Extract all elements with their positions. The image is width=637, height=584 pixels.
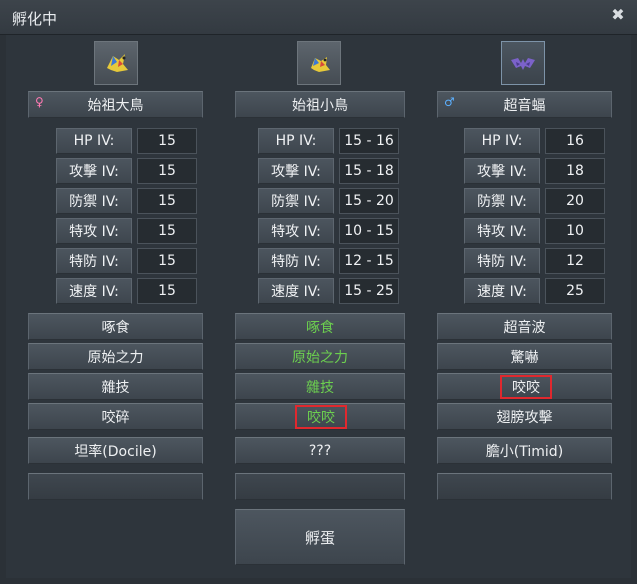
iv-label-spe: 速度 IV: bbox=[258, 278, 334, 304]
iv-value-hp: 15 bbox=[137, 128, 197, 154]
title-bar: 孵化中 ✖ bbox=[0, 0, 637, 35]
item-slot[interactable] bbox=[437, 473, 612, 500]
move-3[interactable]: 雜技 bbox=[28, 373, 203, 400]
iv-label-spdef: 特防 IV: bbox=[464, 248, 540, 274]
iv-label-spatk: 特攻 IV: bbox=[464, 218, 540, 244]
move-4[interactable]: 翅膀攻擊 bbox=[437, 403, 612, 430]
parent-name-1: ♀ 始祖大鳥 bbox=[28, 91, 203, 118]
move-label: 咬咬 bbox=[512, 380, 540, 396]
iv-value-spdef: 15 bbox=[137, 248, 197, 274]
iv-value-spatk: 10 - 15 bbox=[339, 218, 399, 244]
iv-value-def: 20 bbox=[545, 188, 605, 214]
iv-label-spdef: 特防 IV: bbox=[258, 248, 334, 274]
inherited-move-4[interactable]: 咬咬 bbox=[235, 403, 405, 430]
hatching-panel: ♀ 始祖大鳥 HP IV: 15 攻擊 IV: 15 防禦 IV: 15 特攻 … bbox=[6, 35, 631, 578]
move-1[interactable]: 啄食 bbox=[28, 313, 203, 340]
iv-value-atk: 15 - 18 bbox=[339, 158, 399, 184]
iv-value-spatk: 15 bbox=[137, 218, 197, 244]
iv-label-atk: 攻擊 IV: bbox=[464, 158, 540, 184]
iv-label-spatk: 特攻 IV: bbox=[258, 218, 334, 244]
iv-label-spdef: 特防 IV: bbox=[56, 248, 132, 274]
iv-value-spatk: 10 bbox=[545, 218, 605, 244]
iv-label-spe: 速度 IV: bbox=[56, 278, 132, 304]
iv-value-atk: 18 bbox=[545, 158, 605, 184]
iv-label-def: 防禦 IV: bbox=[464, 188, 540, 214]
iv-value-def: 15 - 20 bbox=[339, 188, 399, 214]
nature-field[interactable]: ??? bbox=[235, 437, 405, 464]
iv-label-def: 防禦 IV: bbox=[258, 188, 334, 214]
inherited-move-1[interactable]: 啄食 bbox=[235, 313, 405, 340]
window-title: 孵化中 bbox=[12, 10, 58, 28]
highlight-box: 咬咬 bbox=[500, 375, 552, 399]
move-1[interactable]: 超音波 bbox=[437, 313, 612, 340]
iv-label-atk: 攻擊 IV: bbox=[56, 158, 132, 184]
nature-field[interactable]: 坦率(Docile) bbox=[28, 437, 203, 464]
move-3[interactable]: 咬咬 bbox=[437, 373, 612, 400]
highlight-box: 咬咬 bbox=[295, 405, 347, 429]
iv-label-hp: HP IV: bbox=[464, 128, 540, 154]
iv-value-hp: 16 bbox=[545, 128, 605, 154]
iv-value-spe: 25 bbox=[545, 278, 605, 304]
iv-label-spe: 速度 IV: bbox=[464, 278, 540, 304]
iv-label-spatk: 特攻 IV: bbox=[56, 218, 132, 244]
female-icon: ♀ bbox=[35, 95, 44, 109]
archeops-sprite-icon bbox=[94, 41, 138, 85]
iv-value-spdef: 12 - 15 bbox=[339, 248, 399, 274]
iv-value-hp: 15 - 16 bbox=[339, 128, 399, 154]
iv-label-def: 防禦 IV: bbox=[56, 188, 132, 214]
iv-value-atk: 15 bbox=[137, 158, 197, 184]
item-slot[interactable] bbox=[235, 473, 405, 500]
iv-value-spe: 15 bbox=[137, 278, 197, 304]
hatch-button[interactable]: 孵蛋 bbox=[235, 509, 405, 565]
iv-label-hp: HP IV: bbox=[258, 128, 334, 154]
nature-field[interactable]: 膽小(Timid) bbox=[437, 437, 612, 464]
iv-value-def: 15 bbox=[137, 188, 197, 214]
move-2[interactable]: 驚嚇 bbox=[437, 343, 612, 370]
move-2[interactable]: 原始之力 bbox=[28, 343, 203, 370]
move-4[interactable]: 咬碎 bbox=[28, 403, 203, 430]
close-icon[interactable]: ✖ bbox=[609, 6, 627, 24]
parent-name-label: 始祖大鳥 bbox=[87, 97, 144, 114]
inherited-move-3[interactable]: 雜技 bbox=[235, 373, 405, 400]
move-label: 咬咬 bbox=[307, 410, 335, 426]
parent-name-label: 始祖小鳥 bbox=[292, 97, 348, 114]
zubat-sprite-icon bbox=[501, 41, 545, 85]
parent-name-2: 始祖小鳥 bbox=[235, 91, 405, 118]
inherited-move-2[interactable]: 原始之力 bbox=[235, 343, 405, 370]
item-slot[interactable] bbox=[28, 473, 203, 500]
iv-label-hp: HP IV: bbox=[56, 128, 132, 154]
archen-sprite-icon bbox=[297, 41, 341, 85]
parent-name-label: 超音蝠 bbox=[503, 97, 546, 114]
male-icon: ♂ bbox=[444, 95, 455, 109]
iv-value-spdef: 12 bbox=[545, 248, 605, 274]
iv-value-spe: 15 - 25 bbox=[339, 278, 399, 304]
parent-name-3: ♂ 超音蝠 bbox=[437, 91, 612, 118]
iv-label-atk: 攻擊 IV: bbox=[258, 158, 334, 184]
